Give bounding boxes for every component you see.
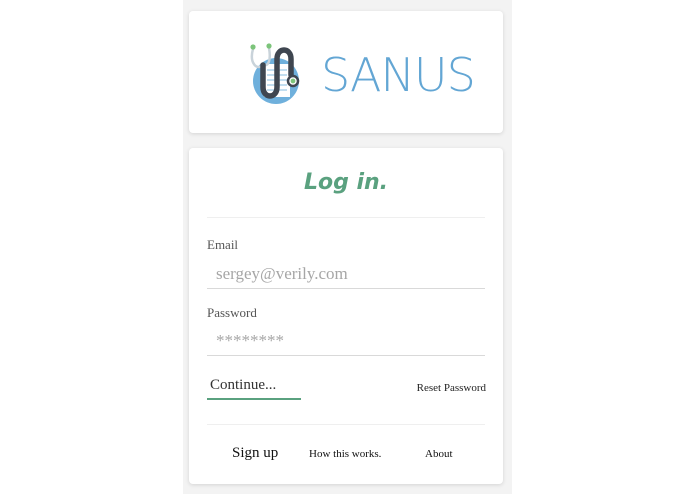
logo-card: SANUS (189, 11, 503, 133)
brand-name: SANUS (321, 48, 476, 102)
continue-button[interactable]: Continue... (207, 372, 301, 400)
stethoscope-logo-icon (250, 43, 300, 104)
how-it-works-link[interactable]: How this works. (309, 448, 381, 460)
signup-link[interactable]: Sign up (232, 445, 278, 462)
password-label: Password (207, 305, 257, 320)
about-link[interactable]: About (425, 448, 453, 460)
reset-password-link[interactable]: Reset Password (417, 382, 486, 394)
login-card: Log in. Email Password Continue... Reset… (189, 148, 503, 484)
title-divider (207, 217, 485, 218)
password-field[interactable] (207, 326, 485, 356)
email-field[interactable] (207, 259, 485, 289)
login-title: Log in. (303, 170, 389, 195)
footer-divider (207, 424, 485, 425)
email-label: Email (207, 237, 239, 252)
